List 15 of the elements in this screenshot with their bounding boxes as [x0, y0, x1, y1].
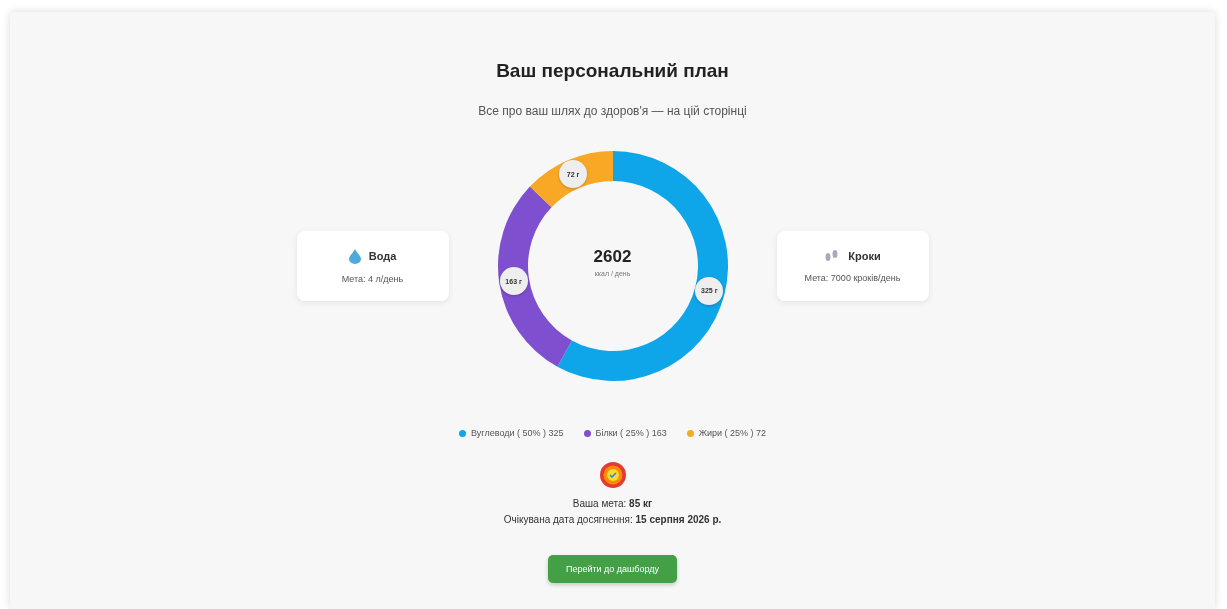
card-title: Вода: [368, 250, 397, 262]
goal-text: Ваша мета: 85 кг: [572, 498, 653, 509]
card-goal: Мета: 7000 кроків/день: [804, 273, 901, 283]
subtitle: Все про ваш шлях до здоров'я — на цій сторінці: [478, 104, 747, 118]
dashboard-button[interactable]: Перейти до дашборду: [547, 555, 678, 583]
legend-label: Білки ( 25% ) 163: [595, 428, 667, 438]
date-text: Очікувана дата досягнення: 15 серпня 2026 р.: [503, 514, 722, 525]
legend-label: Жири ( 25% ) 72: [698, 428, 767, 438]
card-title: Кроки: [848, 250, 881, 262]
water-drop-icon: [348, 248, 361, 264]
target-icon: [599, 462, 626, 488]
calorie-value: 2602: [593, 247, 632, 267]
legend-label: Вуглеводи ( 50% ) 325: [470, 428, 564, 438]
page-title: Ваш персональний план: [496, 60, 729, 82]
card-goal: Мета: 4 л/день: [341, 273, 404, 284]
